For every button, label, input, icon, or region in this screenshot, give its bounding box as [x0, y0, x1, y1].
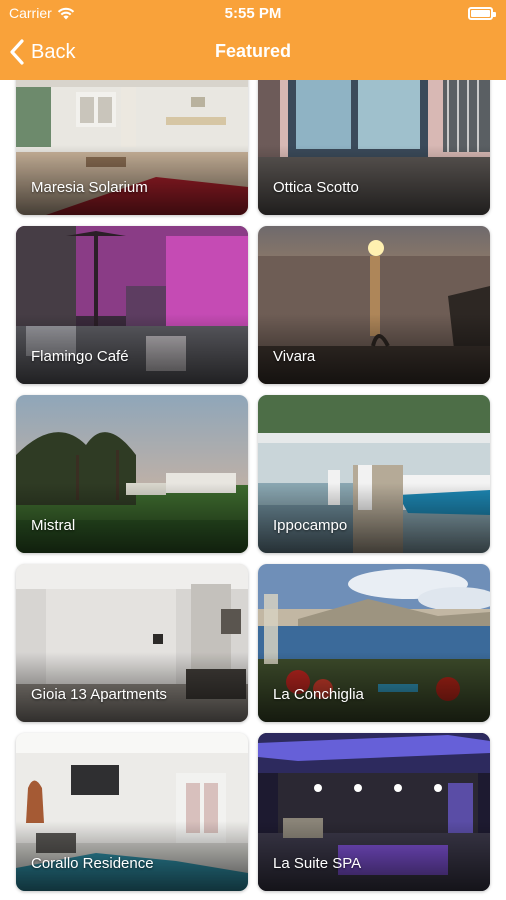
place-card-ippocampo[interactable]: Ippocampo: [258, 395, 490, 553]
place-name: Vivara: [273, 348, 316, 365]
battery-icon: [468, 7, 496, 20]
place-card-maresia-solarium[interactable]: Maresia Solarium: [16, 80, 248, 215]
place-card-gioia-13-apartments[interactable]: Gioia 13 Apartments: [16, 564, 248, 722]
place-card-la-suite-spa[interactable]: La Suite SPA: [258, 733, 490, 891]
page-title: Featured: [214, 41, 292, 61]
place-name: Ottica Scotto: [273, 179, 359, 196]
featured-grid: Maresia Solarium Ottica Scotto Flamingo …: [0, 80, 506, 900]
status-bar: Carrier 5:55 PM: [0, 0, 506, 28]
place-name: Flamingo Café: [31, 348, 129, 365]
place-card-vivara[interactable]: Vivara: [258, 226, 490, 384]
place-name: La Suite SPA: [273, 855, 362, 872]
place-card-mistral[interactable]: Mistral: [16, 395, 248, 553]
place-card-ottica-scotto[interactable]: Ottica Scotto: [258, 80, 490, 215]
place-name: Maresia Solarium: [31, 179, 148, 196]
place-name: Ippocampo: [273, 517, 348, 534]
place-card-corallo-residence[interactable]: Corallo Residence: [16, 733, 248, 891]
place-name: Corallo Residence: [31, 855, 154, 872]
place-name: Mistral: [31, 517, 76, 534]
top-bar: Carrier 5:55 PM Back Featured: [0, 0, 506, 80]
place-card-flamingo-cafe[interactable]: Flamingo Café: [16, 226, 248, 384]
clock: 5:55 PM: [224, 5, 282, 22]
place-name: Gioia 13 Apartments: [31, 686, 167, 703]
place-name: La Conchiglia: [273, 686, 364, 703]
place-card-la-conchiglia[interactable]: La Conchiglia: [258, 564, 490, 722]
